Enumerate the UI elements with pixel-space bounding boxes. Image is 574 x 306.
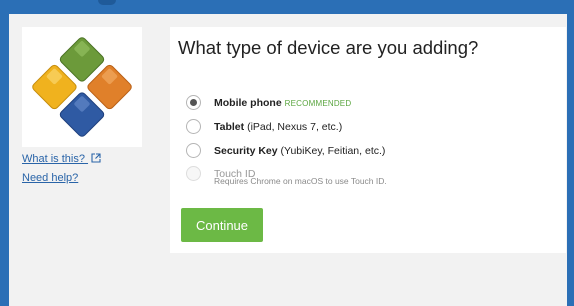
- page-content: What is this? Need help? What type of de…: [9, 14, 567, 306]
- touch-id-requirement-note: Requires Chrome on macOS to use Touch ID…: [214, 176, 387, 186]
- window-frame-right: [567, 0, 574, 306]
- option-tablet[interactable]: Tablet (iPad, Nexus 7, etc.): [186, 117, 526, 137]
- tablet-radio[interactable]: [186, 119, 201, 134]
- security-key-detail: (YubiKey, Feitian, etc.): [277, 145, 386, 157]
- diamond-logo-icon: [32, 37, 132, 137]
- security-key-radio[interactable]: [186, 143, 201, 158]
- tablet-detail: (iPad, Nexus 7, etc.): [244, 121, 343, 133]
- mobile-phone-name: Mobile phone: [214, 97, 282, 109]
- security-key-name: Security Key: [214, 145, 278, 157]
- need-help-link[interactable]: Need help?: [22, 172, 78, 184]
- what-is-this-label[interactable]: What is this?: [22, 153, 85, 165]
- tablet-name: Tablet: [214, 121, 245, 133]
- mobile-phone-radio[interactable]: [186, 95, 201, 110]
- tablet-label[interactable]: Tablet (iPad, Nexus 7, etc.): [214, 121, 342, 133]
- option-mobile-phone[interactable]: Mobile phone RECOMMENDED: [186, 93, 526, 113]
- window-frame-left: [0, 0, 9, 306]
- continue-button[interactable]: Continue: [181, 208, 263, 242]
- option-security-key[interactable]: Security Key (YubiKey, Feitian, etc.): [186, 141, 526, 161]
- external-link-icon: [91, 153, 101, 163]
- device-type-card: What type of device are you adding? Mobi…: [170, 27, 566, 253]
- mobile-phone-label[interactable]: Mobile phone RECOMMENDED: [214, 97, 351, 109]
- page-title: What type of device are you adding?: [178, 37, 479, 58]
- window-frame-top: [0, 0, 574, 14]
- touch-id-radio: [186, 166, 201, 181]
- security-key-label[interactable]: Security Key (YubiKey, Feitian, etc.): [214, 145, 385, 157]
- window-frame-notch: [98, 0, 116, 5]
- recommended-badge: RECOMMENDED: [284, 99, 352, 108]
- what-is-this-link[interactable]: What is this?: [22, 153, 101, 165]
- company-logo: [22, 27, 142, 147]
